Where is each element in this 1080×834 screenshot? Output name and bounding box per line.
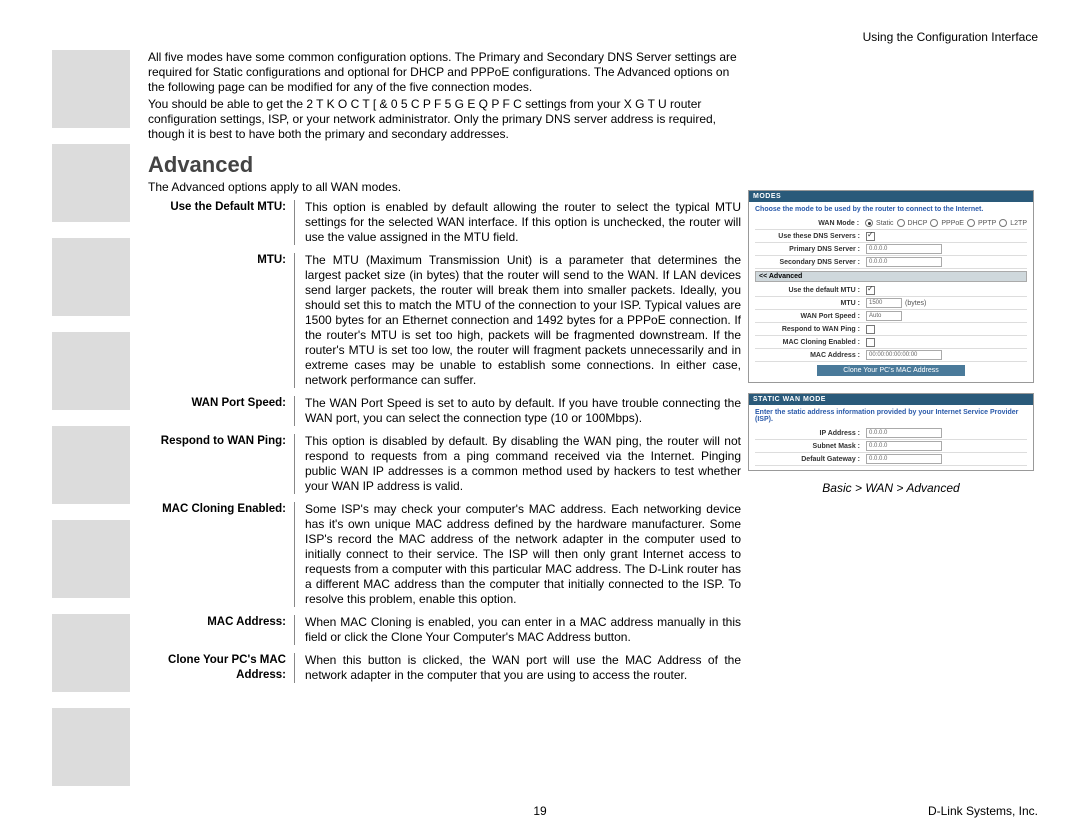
intro-p1: All five modes have some common configur… [148, 50, 738, 95]
radio-l2tp[interactable] [999, 219, 1007, 227]
option-label: MTU: [148, 253, 295, 388]
screenshot-panel: MODES Choose the mode to be used by the … [748, 190, 1034, 495]
mask-label: Subnet Mask : [755, 443, 866, 450]
radio-label: PPTP [978, 220, 996, 227]
option-row: MAC Cloning Enabled: Some ISP's may chec… [148, 502, 1028, 607]
respond-ping-checkbox[interactable] [866, 325, 875, 334]
default-mtu-checkbox[interactable] [866, 286, 875, 295]
option-desc: The MTU (Maximum Transmission Unit) is a… [295, 253, 741, 388]
ip-input[interactable]: 0.0.0.0 [866, 428, 942, 438]
wan-mode-line: WAN Mode : Static DHCP PPPoE PPTP L2TP [755, 217, 1027, 230]
clone-mac-button[interactable]: Clone Your PC's MAC Address [817, 365, 965, 376]
secondary-dns-input[interactable]: 0.0.0.0 [866, 257, 942, 267]
radio-dhcp[interactable] [897, 219, 905, 227]
radio-label: DHCP [908, 220, 928, 227]
option-row: MAC Address: When MAC Cloning is enabled… [148, 615, 1028, 645]
decor-square [52, 332, 130, 410]
gw-label: Default Gateway : [755, 456, 866, 463]
option-label: Clone Your PC's MAC Address: [148, 653, 295, 683]
wan-port-speed-select[interactable]: Auto [866, 311, 902, 321]
page-number: 19 [0, 804, 1080, 818]
option-desc: Some ISP's may check your computer's MAC… [295, 502, 741, 607]
header-section-label: Using the Configuration Interface [863, 30, 1038, 44]
default-mtu-label: Use the default MTU : [755, 287, 866, 294]
radio-pptp[interactable] [967, 219, 975, 227]
decor-square [52, 238, 130, 316]
gw-input[interactable]: 0.0.0.0 [866, 454, 942, 464]
intro-text: All five modes have some common configur… [148, 50, 738, 142]
section-heading-advanced: Advanced [148, 152, 1028, 178]
decor-square [52, 50, 130, 128]
intro-p2: You should be able to get the 2 T K O C … [148, 97, 738, 142]
radio-label: L2TP [1010, 220, 1027, 227]
option-label: MAC Cloning Enabled: [148, 502, 295, 607]
option-label: Use the Default MTU: [148, 200, 295, 245]
decor-square [52, 708, 130, 786]
modes-box: MODES Choose the mode to be used by the … [748, 190, 1034, 383]
option-label: WAN Port Speed: [148, 396, 295, 426]
decor-square [52, 520, 130, 598]
decor-square [52, 426, 130, 504]
primary-dns-label: Primary DNS Server : [755, 246, 866, 253]
static-note: Enter the static address information pro… [755, 409, 1027, 423]
secondary-dns-label: Secondary DNS Server : [755, 259, 866, 266]
option-desc: When this button is clicked, the WAN por… [295, 653, 741, 683]
mac-address-input[interactable]: 00:00:00:00:00:00 [866, 350, 942, 360]
option-label: MAC Address: [148, 615, 295, 645]
mac-address-label: MAC Address : [755, 352, 866, 359]
wan-mode-field[interactable]: Static DHCP PPPoE PPTP L2TP [865, 219, 1027, 227]
option-label: Respond to WAN Ping: [148, 434, 295, 494]
decor-square [52, 614, 130, 692]
radio-label: Static [876, 220, 894, 227]
decor-square [52, 144, 130, 222]
wan-port-speed-label: WAN Port Speed : [755, 313, 866, 320]
static-header: STATIC WAN MODE [749, 394, 1033, 405]
use-dns-checkbox[interactable] [866, 232, 875, 241]
mtu-input[interactable]: 1500 [866, 298, 902, 308]
radio-pppoe[interactable] [930, 219, 938, 227]
static-wan-box: STATIC WAN MODE Enter the static address… [748, 393, 1034, 471]
modes-header: MODES [749, 191, 1033, 202]
wan-mode-label: WAN Mode : [755, 220, 865, 227]
primary-dns-input[interactable]: 0.0.0.0 [866, 244, 942, 254]
mac-cloning-label: MAC Cloning Enabled : [755, 339, 866, 346]
mac-cloning-checkbox[interactable] [866, 338, 875, 347]
advanced-toggle[interactable]: << Advanced [755, 271, 1027, 282]
radio-static[interactable] [865, 219, 873, 227]
sidebar-decoration [52, 50, 130, 802]
ip-label: IP Address : [755, 430, 866, 437]
option-desc: When MAC Cloning is enabled, you can ent… [295, 615, 741, 645]
modes-note: Choose the mode to be used by the router… [755, 206, 1027, 213]
use-dns-label: Use these DNS Servers : [755, 233, 866, 240]
screenshot-caption: Basic > WAN > Advanced [748, 481, 1034, 495]
footer-company: D-Link Systems, Inc. [928, 804, 1038, 818]
mtu-label: MTU : [755, 300, 866, 307]
respond-ping-label: Respond to WAN Ping : [755, 326, 866, 333]
option-row: Clone Your PC's MAC Address: When this b… [148, 653, 1028, 683]
option-desc: This option is enabled by default allowi… [295, 200, 741, 245]
option-desc: This option is disabled by default. By d… [295, 434, 741, 494]
mask-input[interactable]: 0.0.0.0 [866, 441, 942, 451]
mtu-unit: (bytes) [905, 300, 926, 307]
option-desc: The WAN Port Speed is set to auto by def… [295, 396, 741, 426]
radio-label: PPPoE [941, 220, 964, 227]
